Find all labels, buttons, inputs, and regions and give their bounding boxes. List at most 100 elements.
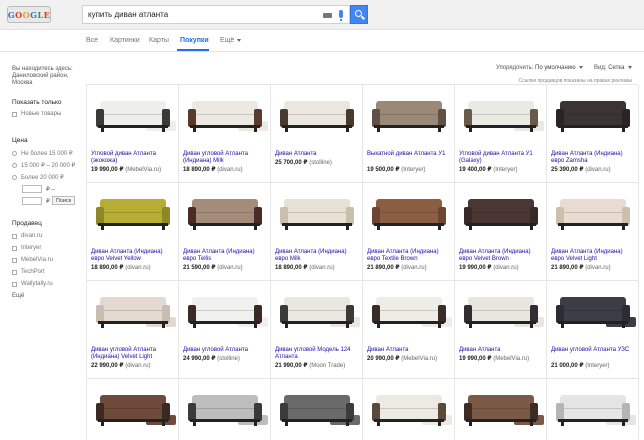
product-title[interactable]: Диван Атланта	[367, 347, 453, 354]
tab-more[interactable]: Ещё	[220, 37, 242, 44]
price-search-button[interactable]: Поиск	[52, 196, 75, 205]
product-title[interactable]: Диван угловой Атланта	[183, 347, 269, 354]
seller-option[interactable]: Interyer	[12, 245, 41, 251]
product-card[interactable]	[363, 379, 455, 440]
product-image[interactable]	[93, 287, 176, 339]
sort-control[interactable]: Упорядочить: По умолчанию	[496, 65, 583, 71]
filter-new-items[interactable]: Новые товары	[12, 111, 61, 117]
product-title[interactable]: Диван Атланта (Индиана) евро Velvet Yell…	[91, 249, 177, 263]
product-title[interactable]: Угловой диван Атланта (экокожа)	[91, 151, 177, 165]
checkbox[interactable]	[12, 245, 17, 251]
product-card[interactable]: Диван Атланта 20 990,00 ₽ (MebelVia.ru)	[363, 281, 455, 379]
product-card[interactable]: Диван Атланта (Индиана) евро Zаmsha 25 39…	[547, 85, 639, 183]
tab-all[interactable]: Все	[86, 37, 98, 44]
product-image[interactable]	[369, 91, 449, 143]
product-card[interactable]: Диван Атланта (Индиана) евро Velvet Brow…	[455, 183, 547, 281]
radio[interactable]	[12, 151, 17, 156]
product-title[interactable]: Диван Атланта (Индиана) евро Velvet Brow…	[459, 249, 545, 263]
radio[interactable]	[12, 175, 17, 180]
product-title[interactable]: Диван Атланта (Индиана) евро Milk	[275, 249, 361, 263]
product-card[interactable]: Угловой диван Атланта У1 (Galaxy) 19 400,…	[455, 85, 547, 183]
price-option-2[interactable]: 15 000 ₽ – 20 000 ₽	[12, 162, 75, 169]
seller-option[interactable]: MebelVia.ru	[12, 257, 53, 263]
product-card[interactable]	[547, 379, 639, 440]
product-image[interactable]	[369, 189, 449, 241]
product-image[interactable]	[185, 189, 265, 241]
seller-option[interactable]: Wallytally.ru	[12, 281, 53, 287]
product-image[interactable]	[461, 287, 544, 339]
product-image[interactable]	[369, 287, 452, 339]
product-image[interactable]	[461, 91, 544, 143]
price-option-3[interactable]: Более 20 000 ₽	[12, 174, 64, 181]
product-image[interactable]	[185, 385, 268, 437]
product-image[interactable]	[553, 287, 636, 339]
product-title[interactable]: Диван Атланта	[275, 151, 361, 158]
google-logo[interactable]: GOOGLE	[7, 6, 51, 23]
product-image[interactable]	[185, 287, 268, 339]
product-image[interactable]	[93, 189, 173, 241]
product-card[interactable]: Диван Атланта (Индиана) евро Milk 18 890,…	[271, 183, 363, 281]
product-card[interactable]: Диван угловой Атланта 24 990,00 ₽ (stolli…	[179, 281, 271, 379]
product-image[interactable]	[277, 91, 357, 143]
seller-more-link[interactable]: Ещё	[12, 293, 24, 299]
keyboard-icon[interactable]	[323, 13, 332, 18]
product-image[interactable]	[553, 189, 633, 241]
product-card[interactable]: Диван Атланта 25 700,00 ₽ (stolline)	[271, 85, 363, 183]
checkbox[interactable]	[12, 281, 17, 287]
product-image[interactable]	[461, 385, 544, 437]
product-title[interactable]: Диван Атланта	[459, 347, 545, 354]
view-control[interactable]: Вид: Сетка	[594, 65, 632, 71]
product-image[interactable]	[369, 385, 452, 437]
checkbox[interactable]	[12, 257, 17, 263]
price-option-1[interactable]: Не более 15 000 ₽	[12, 150, 73, 157]
product-card[interactable]: Угловой диван Атланта (экокожа) 19 990,00…	[87, 85, 179, 183]
product-card[interactable]: Выкатной диван Атланта У1 19 500,00 ₽ (In…	[363, 85, 455, 183]
product-card[interactable]	[455, 379, 547, 440]
product-title[interactable]: Диван Атланта (Индиана) евро Tellis	[183, 249, 269, 263]
product-card[interactable]: Диван Атланта (Индиана) евро Textile Bro…	[363, 183, 455, 281]
product-card[interactable]	[179, 379, 271, 440]
product-card[interactable]: Диван угловой Модель 124 Атланта 21 990,0…	[271, 281, 363, 379]
product-title[interactable]: Диван угловой Атланта УЗС	[551, 347, 637, 354]
product-title[interactable]: Диван угловой Модель 124 Атланта	[275, 347, 361, 361]
product-title[interactable]: Диван угловой Атланта (Индиана) Velvet L…	[91, 347, 177, 361]
product-card[interactable]: Диван Атланта (Индиана) евро Tellis 21 59…	[179, 183, 271, 281]
checkbox[interactable]	[12, 269, 17, 275]
product-title[interactable]: Диван угловой Атланта (Индиана) Milk	[183, 151, 269, 165]
product-card[interactable]: Диван Атланта (Индиана) евро Velvet Yell…	[87, 183, 179, 281]
search-input[interactable]	[88, 10, 318, 19]
product-image[interactable]	[277, 189, 357, 241]
product-title[interactable]: Диван Атланта (Индиана) евро Velvet Ligh…	[551, 249, 637, 263]
product-image[interactable]	[277, 287, 360, 339]
product-title[interactable]: Диван Атланта (Индиана) евро Textile Bro…	[367, 249, 453, 263]
product-image[interactable]	[185, 91, 268, 143]
tab-maps[interactable]: Карты	[149, 37, 169, 44]
product-card[interactable]	[87, 379, 179, 440]
product-card[interactable]: Диван угловой Атланта (Индиана) Milk 18 8…	[179, 85, 271, 183]
product-title[interactable]: Угловой диван Атланта У1 (Galaxy)	[459, 151, 545, 165]
product-image[interactable]	[553, 385, 636, 437]
tab-images[interactable]: Картинки	[110, 37, 140, 44]
product-image[interactable]	[277, 385, 360, 437]
checkbox[interactable]	[12, 111, 17, 117]
product-image[interactable]	[93, 91, 176, 143]
product-title[interactable]: Выкатной диван Атланта У1	[367, 151, 453, 158]
microphone-icon[interactable]	[339, 10, 343, 21]
radio[interactable]	[12, 163, 17, 168]
seller-option[interactable]: TechPort	[12, 269, 45, 275]
product-title[interactable]: Диван Атланта (Индиана) евро Zаmsha	[551, 151, 637, 165]
product-image[interactable]	[93, 385, 176, 437]
price-to-input[interactable]	[22, 197, 42, 205]
tab-shopping[interactable]: Покупки	[180, 37, 209, 44]
product-image[interactable]	[553, 91, 633, 143]
price-from-input[interactable]	[22, 185, 42, 193]
search-box[interactable]	[82, 5, 350, 24]
product-image[interactable]	[461, 189, 541, 241]
product-card[interactable]: Диван угловой Атланта (Индиана) Velvet L…	[87, 281, 179, 379]
seller-option[interactable]: divan.ru	[12, 233, 42, 239]
checkbox[interactable]	[12, 233, 17, 239]
product-card[interactable]: Диван Атланта 19 990,00 ₽ (MebelVia.ru)	[455, 281, 547, 379]
product-card[interactable]	[271, 379, 363, 440]
product-card[interactable]: Диван угловой Атланта УЗС 21 000,00 ₽ (In…	[547, 281, 639, 379]
product-card[interactable]: Диван Атланта (Индиана) евро Velvet Ligh…	[547, 183, 639, 281]
